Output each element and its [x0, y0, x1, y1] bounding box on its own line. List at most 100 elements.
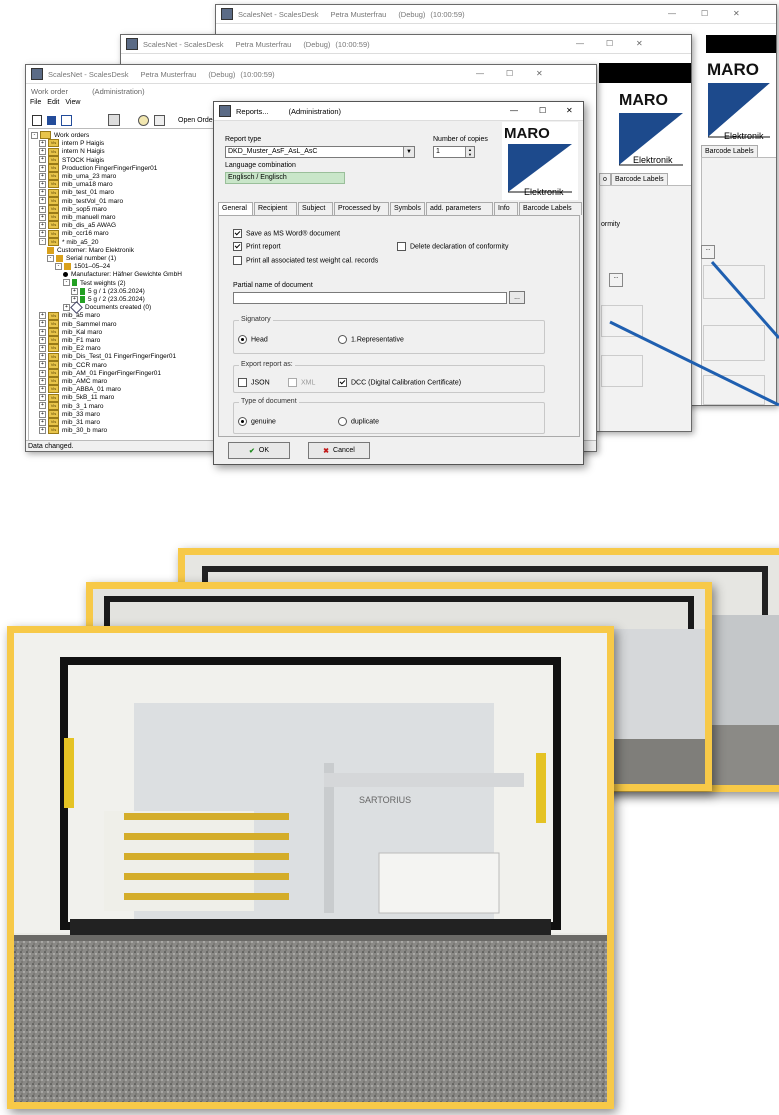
delete-conformity-option[interactable]: Delete declaration of conformity [397, 242, 508, 251]
vis-icon: Vis [48, 426, 59, 435]
collapse-icon[interactable]: - [47, 254, 54, 262]
new-icon[interactable] [32, 114, 42, 126]
filter-icon[interactable] [154, 114, 165, 126]
partial-name-input[interactable] [233, 292, 507, 304]
list-icon[interactable] [61, 114, 72, 126]
export-dcc-checkbox[interactable] [338, 378, 347, 387]
maximize-icon[interactable]: ☐ [701, 9, 708, 18]
expand-icon[interactable]: + [39, 312, 46, 320]
app-icon [221, 8, 233, 20]
export-json-checkbox[interactable] [238, 378, 247, 387]
minimize-icon[interactable]: — [668, 9, 676, 18]
tab-subject[interactable]: Subject [298, 202, 333, 215]
expand-icon[interactable]: + [39, 410, 46, 418]
print-report-checkbox[interactable] [233, 242, 242, 251]
browse-button[interactable]: ... [509, 291, 525, 304]
maximize-icon[interactable]: ☐ [539, 106, 546, 115]
tab-symbols[interactable]: Symbols [390, 202, 425, 215]
browse-button[interactable]: ... [701, 245, 715, 259]
expand-icon[interactable]: + [39, 172, 46, 180]
tools-icon[interactable] [108, 114, 120, 126]
collapse-icon[interactable]: - [39, 238, 46, 246]
save-word-option[interactable]: Save as MS Word® document [233, 229, 340, 238]
export-json-option[interactable]: JSON [238, 378, 270, 387]
save-word-checkbox[interactable] [233, 229, 242, 238]
maximize-icon[interactable]: ☐ [606, 39, 613, 48]
delete-conformity-checkbox[interactable] [397, 242, 406, 251]
close-icon[interactable]: ✕ [636, 39, 643, 48]
menu-view[interactable]: View [65, 99, 80, 106]
tab-recipient[interactable]: Recipient [254, 202, 297, 215]
expand-icon[interactable]: + [39, 221, 46, 229]
expand-icon[interactable]: + [39, 180, 46, 188]
expand-icon[interactable]: + [39, 336, 46, 344]
expand-icon[interactable]: + [39, 377, 46, 385]
cancel-button[interactable]: ✖ Cancel [308, 442, 370, 459]
menu-edit[interactable]: Edit [47, 99, 59, 106]
language-field[interactable]: Englisch / Englisch [225, 172, 345, 184]
spinner-icon[interactable]: ▲ ▼ [465, 147, 474, 157]
browse-button[interactable]: ... [609, 273, 623, 287]
expand-icon[interactable]: + [39, 213, 46, 221]
expand-icon[interactable]: + [39, 197, 46, 205]
expand-icon[interactable]: + [63, 304, 70, 312]
expand-icon[interactable]: + [39, 353, 46, 361]
tab-processed-by[interactable]: Processed by [334, 202, 389, 215]
expand-icon[interactable]: + [39, 328, 46, 336]
expand-icon[interactable]: + [39, 344, 46, 352]
print-report-option[interactable]: Print report [233, 242, 281, 251]
ok-button[interactable]: ✔ OK [228, 442, 290, 459]
minimize-icon[interactable]: — [476, 69, 484, 78]
expand-icon[interactable]: + [39, 205, 46, 213]
expand-icon[interactable]: + [39, 189, 46, 197]
vis-icon: Vis [48, 221, 59, 230]
export-xml-option[interactable]: XML [288, 378, 315, 387]
expand-icon[interactable]: + [39, 426, 46, 434]
print-all-checkbox[interactable] [233, 256, 242, 265]
chevron-down-icon[interactable]: ▼ [403, 147, 414, 157]
close-icon[interactable]: ✕ [536, 69, 543, 78]
export-dcc-option[interactable]: DCC (Digital Calibration Certificate) [338, 378, 461, 387]
expand-icon[interactable]: + [39, 394, 46, 402]
maximize-icon[interactable]: ☐ [506, 69, 513, 78]
collapse-icon[interactable]: - [31, 131, 38, 139]
expand-icon[interactable]: + [39, 164, 46, 172]
close-icon[interactable]: ✕ [566, 106, 573, 115]
brand-text: SARTORIUS [359, 795, 411, 805]
export-xml-checkbox[interactable] [288, 378, 297, 387]
menu-file[interactable]: File [30, 99, 41, 106]
collapse-icon[interactable]: - [63, 279, 70, 287]
copies-value: 1 [436, 148, 440, 155]
tree-item[interactable]: + Vis mib_30_b maro [39, 426, 107, 435]
save-icon[interactable] [47, 115, 56, 125]
expand-icon[interactable]: + [39, 418, 46, 426]
print-all-option[interactable]: Print all associated test weight cal. re… [233, 256, 378, 265]
search-icon[interactable] [138, 114, 149, 126]
signatory-head-option[interactable]: Head [238, 335, 268, 344]
expand-icon[interactable]: + [39, 361, 46, 369]
collapse-icon[interactable]: - [55, 262, 62, 270]
tab-info[interactable]: Info [494, 202, 518, 215]
expand-icon[interactable]: + [39, 369, 46, 377]
close-icon[interactable]: ✕ [733, 9, 740, 18]
expand-icon[interactable]: + [39, 320, 46, 328]
expand-icon[interactable]: + [39, 230, 46, 238]
expand-icon[interactable]: + [71, 287, 78, 295]
signatory-rep-option[interactable]: 1.Representative [338, 335, 404, 344]
tree-item-label: mib_AM_01 FingerFingerFinger01 [62, 369, 161, 377]
expand-icon[interactable]: + [39, 139, 46, 147]
tab-barcode-labels[interactable]: Barcode Labels [519, 202, 582, 215]
tab-general[interactable]: General [218, 202, 253, 215]
expand-icon[interactable]: + [39, 156, 46, 164]
expand-icon[interactable]: + [39, 148, 46, 156]
signatory-rep-radio[interactable] [338, 335, 347, 344]
expand-icon[interactable]: + [39, 402, 46, 410]
tab-add-parameters[interactable]: add. parameters [426, 202, 493, 215]
weights-icon [72, 279, 77, 287]
minimize-icon[interactable]: — [576, 39, 584, 48]
minimize-icon[interactable]: — [510, 106, 518, 115]
report-type-select[interactable]: DKD_Muster_AsF_AsL_AsC ▼ [225, 146, 415, 158]
copies-input[interactable]: 1 ▲ ▼ [433, 146, 475, 158]
signatory-head-radio[interactable] [238, 335, 247, 344]
expand-icon[interactable]: + [39, 385, 46, 393]
